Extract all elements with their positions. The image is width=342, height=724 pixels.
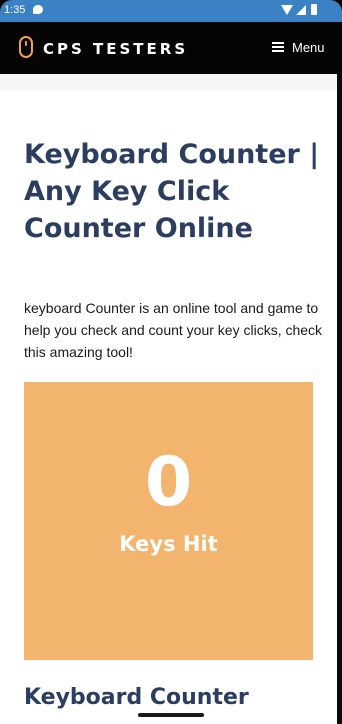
menu-button[interactable]: Menu <box>270 36 330 60</box>
key-count-value: 0 <box>144 443 193 522</box>
site-header: CPS TESTERS Menu <box>0 22 342 74</box>
battery-icon <box>311 4 317 15</box>
status-bar: 1:35 <box>0 0 342 22</box>
screen-edge <box>337 74 342 724</box>
status-time: 1:35 <box>4 4 26 16</box>
mouse-icon[interactable] <box>19 36 33 58</box>
home-indicator[interactable] <box>138 713 204 717</box>
page-top-strip <box>0 74 337 90</box>
wifi-icon <box>281 5 293 15</box>
intro-paragraph: keyboard Counter is an online tool and g… <box>24 300 323 360</box>
device-screen: 1:35 CPS TESTERS Menu Keyboard Counter |… <box>0 0 342 724</box>
page-title: Keyboard Counter | Any Key Click Counter… <box>24 139 320 244</box>
site-logo-text[interactable]: CPS TESTERS <box>43 40 188 58</box>
key-counter-area[interactable]: 0 Keys Hit <box>24 382 313 660</box>
signal-icon <box>296 5 306 15</box>
section-heading: Keyboard Counter <box>24 685 249 710</box>
menu-label[interactable]: Menu <box>292 40 325 55</box>
page-content: Keyboard Counter | Any Key Click Counter… <box>0 74 337 724</box>
chat-icon <box>33 5 43 14</box>
key-count-label: Keys Hit <box>119 532 218 556</box>
hamburger-icon[interactable] <box>272 42 284 52</box>
